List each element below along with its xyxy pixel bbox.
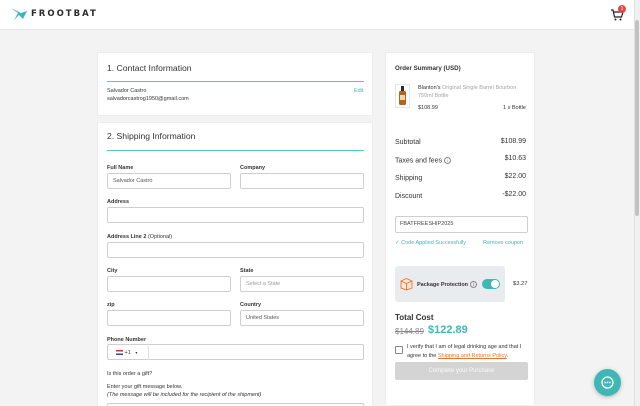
phone-label: Phone Number: [107, 337, 147, 343]
cart-count-badge: 1: [618, 5, 626, 13]
total-cost-label: Total Cost: [395, 313, 434, 322]
section-divider: [107, 150, 364, 151]
phone-field[interactable]: +1 ▾: [107, 344, 364, 360]
original-total: $144.89: [395, 327, 424, 336]
zip-label: zip: [107, 302, 115, 308]
product-quantity: 1 x Bottle: [503, 105, 526, 111]
country-select[interactable]: United States: [240, 310, 364, 326]
full-name-field[interactable]: Salvador Castro: [107, 173, 231, 189]
contact-name: Salvador Castro: [107, 88, 147, 94]
subtotal-label: Subtotal: [395, 139, 421, 146]
package-protection-box: Package Protection i: [395, 266, 505, 302]
top-header: FROOTBAT 1: [0, 0, 634, 30]
age-verification-text: I verify that I am of legal drinking age…: [407, 343, 531, 361]
address2-label: Address Line 2 (Optional): [107, 234, 172, 240]
country-code-select[interactable]: +1 ▾: [109, 346, 149, 360]
taxes-label: Taxes and fees: [395, 157, 443, 165]
coupon-applied-text: Code Applied Successfully: [401, 240, 466, 246]
check-icon: ✓: [395, 240, 400, 246]
optional-hint: (Optional): [147, 234, 173, 240]
remove-coupon-link[interactable]: Remove coupon: [483, 240, 523, 246]
coupon-applied-status: ✓ Code Applied Successfully: [395, 240, 466, 246]
shipping-value: $22.00: [504, 173, 526, 180]
verify-end: .: [506, 353, 509, 359]
discount-label: Discount: [395, 193, 423, 200]
address2-label-text: Address Line 2: [107, 234, 147, 240]
complete-purchase-button[interactable]: Complete your Purchase: [395, 362, 528, 380]
toggle-knob: [491, 280, 499, 288]
company-label: Company: [240, 165, 266, 171]
edit-contact-link[interactable]: Edit: [354, 88, 363, 94]
brand-name: FROOTBAT: [31, 9, 98, 19]
contact-email: salvadorcastrog1950@gmail.com: [107, 96, 189, 102]
shipping-title: 2. Shipping Information: [107, 131, 196, 141]
shipping-label: Shipping: [395, 175, 423, 182]
state-select[interactable]: Select a State: [240, 276, 364, 292]
bottle-icon: [399, 86, 406, 105]
order-summary-card: Order Summary (USD) Blanton's Original S…: [385, 52, 535, 406]
us-flag-icon: [116, 350, 123, 356]
gift-message-label: Enter your gift message below.: [107, 384, 183, 390]
full-name-label: Full Name: [107, 165, 134, 171]
package-protection-toggle[interactable]: [482, 279, 500, 289]
taxes-row: Taxes and fees i: [395, 157, 452, 165]
chat-widget-button[interactable]: [594, 369, 621, 396]
package-protection-price: $3.27: [513, 281, 528, 287]
product-image: [395, 84, 410, 108]
state-label: State: [240, 268, 254, 274]
address-label: Address: [107, 199, 130, 205]
package-protection-text: Package Protection: [417, 281, 469, 288]
chat-bubble-icon: [601, 376, 614, 389]
city-field[interactable]: [107, 276, 231, 292]
address2-field[interactable]: [107, 242, 364, 258]
gift-question: Is this order a gift?: [107, 371, 153, 377]
section-divider: [107, 81, 364, 82]
city-label: City: [107, 268, 118, 274]
contact-title: 1. Contact Information: [107, 63, 192, 73]
address-field[interactable]: [107, 207, 364, 223]
shipping-returns-policy-link[interactable]: Shipping and Returns Policy: [438, 353, 507, 359]
company-field[interactable]: [240, 173, 364, 189]
frootbat-logo[interactable]: FROOTBAT: [10, 7, 98, 21]
product-price: $108.99: [418, 105, 438, 111]
scrollbar-thumb[interactable]: [635, 20, 639, 216]
package-protection-label: Package Protection i: [417, 281, 478, 288]
bat-icon: [11, 8, 27, 20]
package-icon: [400, 278, 413, 291]
discounted-total: $122.89: [428, 324, 468, 336]
taxes-value: $10.63: [504, 155, 526, 162]
product-brand: Blanton's: [418, 85, 441, 91]
discount-value: -$22.00: [502, 191, 526, 198]
info-icon[interactable]: i: [470, 281, 478, 288]
coupon-input[interactable]: FBATFREESHIP2025: [395, 216, 528, 233]
age-verification-checkbox[interactable]: [395, 346, 403, 354]
info-icon[interactable]: i: [444, 157, 452, 164]
zip-field[interactable]: [107, 310, 231, 326]
contact-information-card: 1. Contact Information Salvador Castro s…: [97, 52, 373, 116]
shipping-information-card: 2. Shipping Information Full Name Salvad…: [97, 122, 373, 406]
country-label: Country: [240, 302, 262, 308]
product-name: Blanton's Original Single Barrel Bourbon…: [418, 84, 530, 100]
subtotal-value: $108.99: [500, 138, 526, 145]
chevron-down-icon: ▾: [135, 350, 138, 355]
order-summary-title: Order Summary (USD): [395, 65, 461, 72]
gift-note: (The message will be included for the re…: [107, 392, 262, 398]
phone-code: +1: [124, 350, 131, 356]
